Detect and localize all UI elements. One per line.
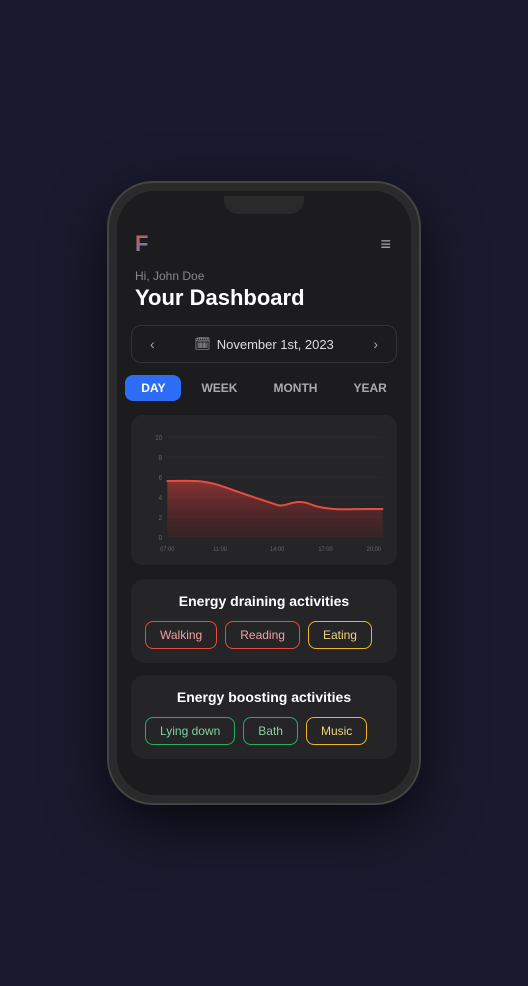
tab-month[interactable]: MONTH (257, 375, 333, 401)
draining-title: Energy draining activities (145, 593, 383, 609)
phone-frame: F ≡ Hi, John Doe Your Dashboard ‹ 🗓 Nove… (109, 183, 419, 803)
tag-walking[interactable]: Walking (145, 621, 217, 649)
prev-date-button[interactable]: ‹ (144, 334, 161, 354)
chart-wrap: 0 2 4 6 8 10 (141, 427, 387, 557)
draining-tags: Walking Reading Eating (145, 621, 383, 649)
status-bar (117, 191, 411, 219)
tab-day[interactable]: DAY (125, 375, 181, 401)
svg-text:14:00: 14:00 (270, 546, 285, 553)
bottom-spacer (117, 771, 411, 791)
page-title: Your Dashboard (135, 285, 393, 311)
tag-music[interactable]: Music (306, 717, 367, 745)
app-logo: F (135, 231, 148, 257)
date-display: 🗓 November 1st, 2023 (194, 336, 334, 352)
svg-text:6: 6 (159, 475, 163, 482)
tag-bath[interactable]: Bath (243, 717, 298, 745)
header-section: Hi, John Doe Your Dashboard (117, 265, 411, 325)
next-date-button[interactable]: › (367, 334, 384, 354)
greeting-text: Hi, John Doe (135, 269, 393, 283)
calendar-icon: 🗓 (194, 336, 211, 352)
hamburger-icon[interactable]: ≡ (380, 234, 393, 255)
period-tabs: DAY WEEK MONTH YEAR (131, 375, 397, 401)
energy-chart: 0 2 4 6 8 10 (141, 427, 387, 557)
svg-text:10: 10 (155, 435, 162, 442)
boosting-activities-section: Energy boosting activities Lying down Ba… (131, 675, 397, 759)
date-navigation: ‹ 🗓 November 1st, 2023 › (131, 325, 397, 363)
svg-text:0: 0 (159, 535, 163, 542)
phone-screen: F ≡ Hi, John Doe Your Dashboard ‹ 🗓 Nove… (117, 191, 411, 795)
current-date-label: November 1st, 2023 (217, 337, 334, 352)
svg-text:20:00: 20:00 (367, 546, 382, 553)
notch (224, 196, 304, 214)
draining-activities-section: Energy draining activities Walking Readi… (131, 579, 397, 663)
energy-chart-container: 0 2 4 6 8 10 (131, 415, 397, 565)
boosting-tags: Lying down Bath Music (145, 717, 383, 745)
app-content: F ≡ Hi, John Doe Your Dashboard ‹ 🗓 Nove… (117, 219, 411, 795)
top-bar: F ≡ (117, 219, 411, 265)
tab-week[interactable]: WEEK (185, 375, 253, 401)
tab-year[interactable]: YEAR (337, 375, 402, 401)
svg-text:2: 2 (159, 515, 163, 522)
tag-lying-down[interactable]: Lying down (145, 717, 235, 745)
svg-text:11:00: 11:00 (213, 546, 227, 553)
tag-eating[interactable]: Eating (308, 621, 372, 649)
tag-reading[interactable]: Reading (225, 621, 300, 649)
svg-text:17:00: 17:00 (318, 546, 333, 553)
boosting-title: Energy boosting activities (145, 689, 383, 705)
svg-text:07:00: 07:00 (160, 546, 175, 553)
svg-text:4: 4 (159, 495, 163, 502)
svg-text:8: 8 (159, 455, 163, 462)
